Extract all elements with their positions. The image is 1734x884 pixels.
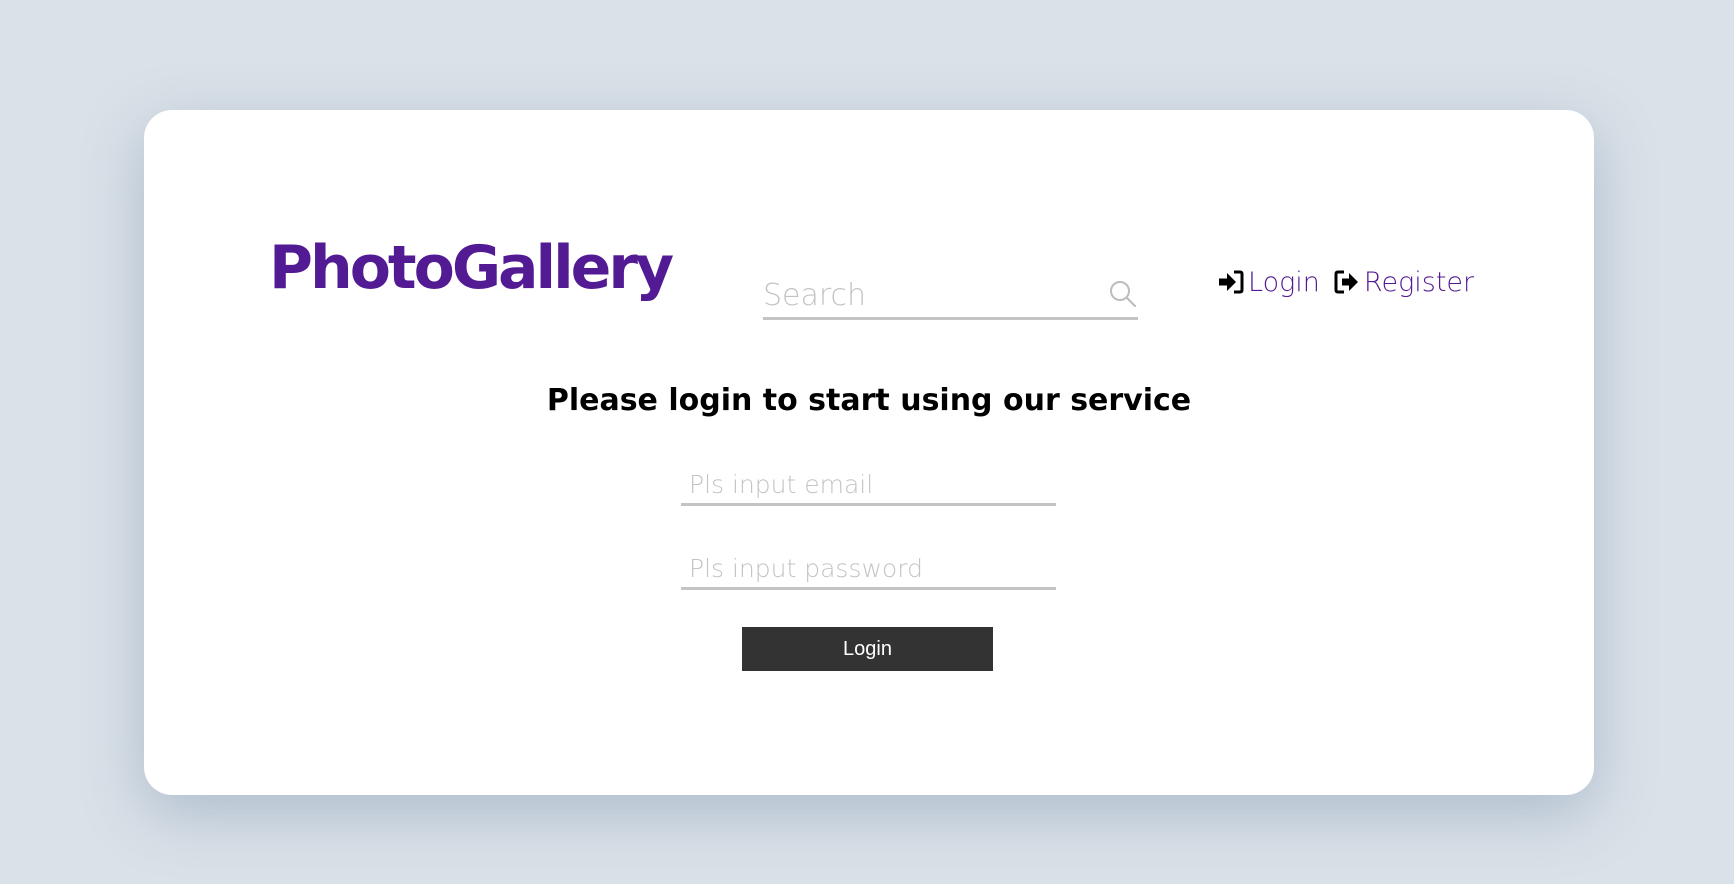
register-link-label: Register	[1363, 266, 1475, 298]
site-logo[interactable]: PhotoGallery	[269, 238, 674, 298]
login-link[interactable]: Login	[1218, 267, 1320, 298]
email-field[interactable]	[681, 458, 1056, 506]
page-heading: Please login to start using our service	[546, 383, 1192, 418]
search-icon[interactable]	[1108, 279, 1138, 309]
sign-out-icon	[1334, 270, 1358, 294]
login-button[interactable]: Login	[742, 627, 993, 671]
search-bar	[763, 267, 1138, 320]
password-field[interactable]	[681, 542, 1056, 590]
register-link[interactable]: Register	[1334, 267, 1474, 298]
login-link-label: Login	[1248, 266, 1320, 298]
search-input[interactable]	[763, 267, 1093, 317]
auth-nav: Login Register	[1218, 262, 1474, 302]
login-card: PhotoGallery Login Register Please login…	[144, 110, 1594, 795]
sign-in-icon	[1219, 270, 1244, 294]
